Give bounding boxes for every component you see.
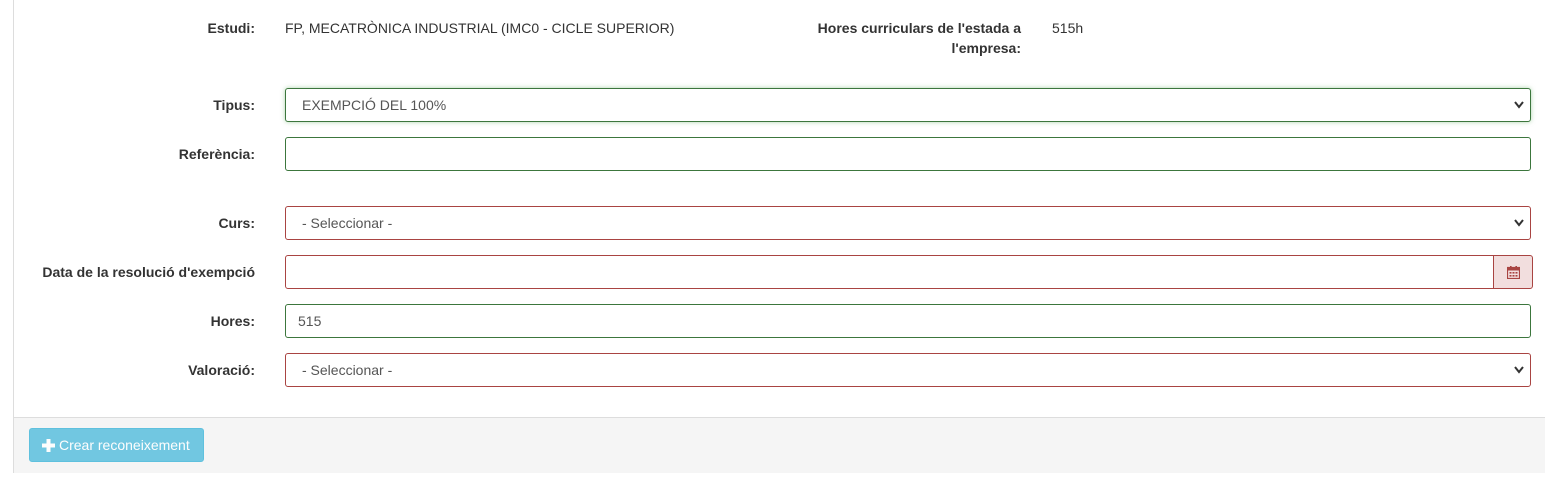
hores-input[interactable]: 515 [285,304,1531,338]
hores-label: Hores: [210,313,255,329]
form-footer [14,417,1545,473]
plus-icon [42,439,55,452]
curs-select[interactable]: - Seleccionar - [285,206,1531,240]
curricular-hours-label: Hores curriculars de l'estada a l'empres… [800,18,1021,58]
referencia-input[interactable] [285,137,1531,171]
curricular-hours-value: 515h [1052,20,1084,36]
data-resolucio-label: Data de la resolució d'exempció [42,264,255,280]
study-label: Estudi: [207,20,255,36]
valoracio-label: Valoració: [188,362,255,378]
chevron-down-icon [1514,219,1524,227]
chevron-down-icon [1514,101,1524,109]
curs-select-value: - Seleccionar - [302,215,393,231]
chevron-down-icon [1514,366,1524,374]
curs-label: Curs: [218,215,255,231]
tipus-select-value: EXEMPCIÓ DEL 100% [302,97,447,113]
referencia-label: Referència: [178,146,255,162]
study-value: FP, MECATRÒNICA INDUSTRIAL (IMC0 - CICLE… [285,20,675,36]
calendar-button[interactable] [1493,255,1533,289]
create-recognition-label: Crear reconeixement [59,437,190,453]
valoracio-select-value: - Seleccionar - [302,362,393,378]
create-recognition-button[interactable]: Crear reconeixement [29,428,204,462]
tipus-label: Tipus: [213,97,255,113]
curricular-hours-label-line1: Hores curriculars de l'estada a [817,20,1021,36]
tipus-select[interactable]: EXEMPCIÓ DEL 100% [285,88,1531,122]
data-resolucio-input[interactable] [285,255,1494,289]
curricular-hours-label-line2: l'empresa: [951,40,1021,56]
valoracio-select[interactable]: - Seleccionar - [285,353,1531,387]
calendar-icon [1506,265,1520,279]
